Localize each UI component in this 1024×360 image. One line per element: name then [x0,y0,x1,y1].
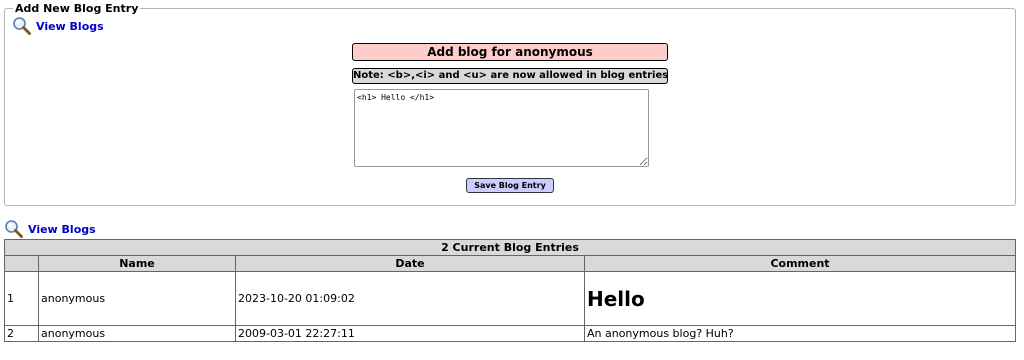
table-row: 1 anonymous 2023-10-20 01:09:02 Hello [4,271,1016,326]
allowed-tags-note: Note: <b>,<i> and <u> are now allowed in… [352,68,668,84]
table-caption: 2 Current Blog Entries [4,239,1016,256]
fieldset-legend: Add New Blog Entry [13,1,141,16]
column-header-number [4,255,39,272]
form-title: Add blog for anonymous [352,43,668,61]
row-number: 2 [4,325,39,342]
row-comment: An anonymous blog? Huh? [584,325,1016,342]
save-blog-entry-button[interactable]: Save Blog Entry [466,178,554,193]
column-header-name: Name [38,255,236,272]
view-blogs-link-top[interactable]: View Blogs [12,16,104,36]
view-blogs-label: View Blogs [36,19,104,33]
row-name: anonymous [38,325,236,342]
row-date: 2009-03-01 22:27:11 [235,325,585,342]
magnifier-icon [12,16,32,36]
table-caption-row: 2 Current Blog Entries [4,239,1016,256]
blog-entries-table: 2 Current Blog Entries Name Date Comment… [4,239,1016,342]
column-header-date: Date [235,255,585,272]
row-comment-heading: Hello [587,286,645,311]
column-header-comment: Comment [584,255,1016,272]
row-number: 1 [4,271,39,326]
table-header-row: Name Date Comment [4,255,1016,272]
table-row: 2 anonymous 2009-03-01 22:27:11 An anony… [4,325,1016,342]
magnifier-icon [4,219,24,239]
view-blogs-link-bottom[interactable]: View Blogs [4,219,96,239]
row-date: 2023-10-20 01:09:02 [235,271,585,326]
row-comment: Hello [584,271,1016,326]
blog-entry-textarea[interactable] [354,89,649,167]
view-blogs-label: View Blogs [28,222,96,236]
row-name: anonymous [38,271,236,326]
